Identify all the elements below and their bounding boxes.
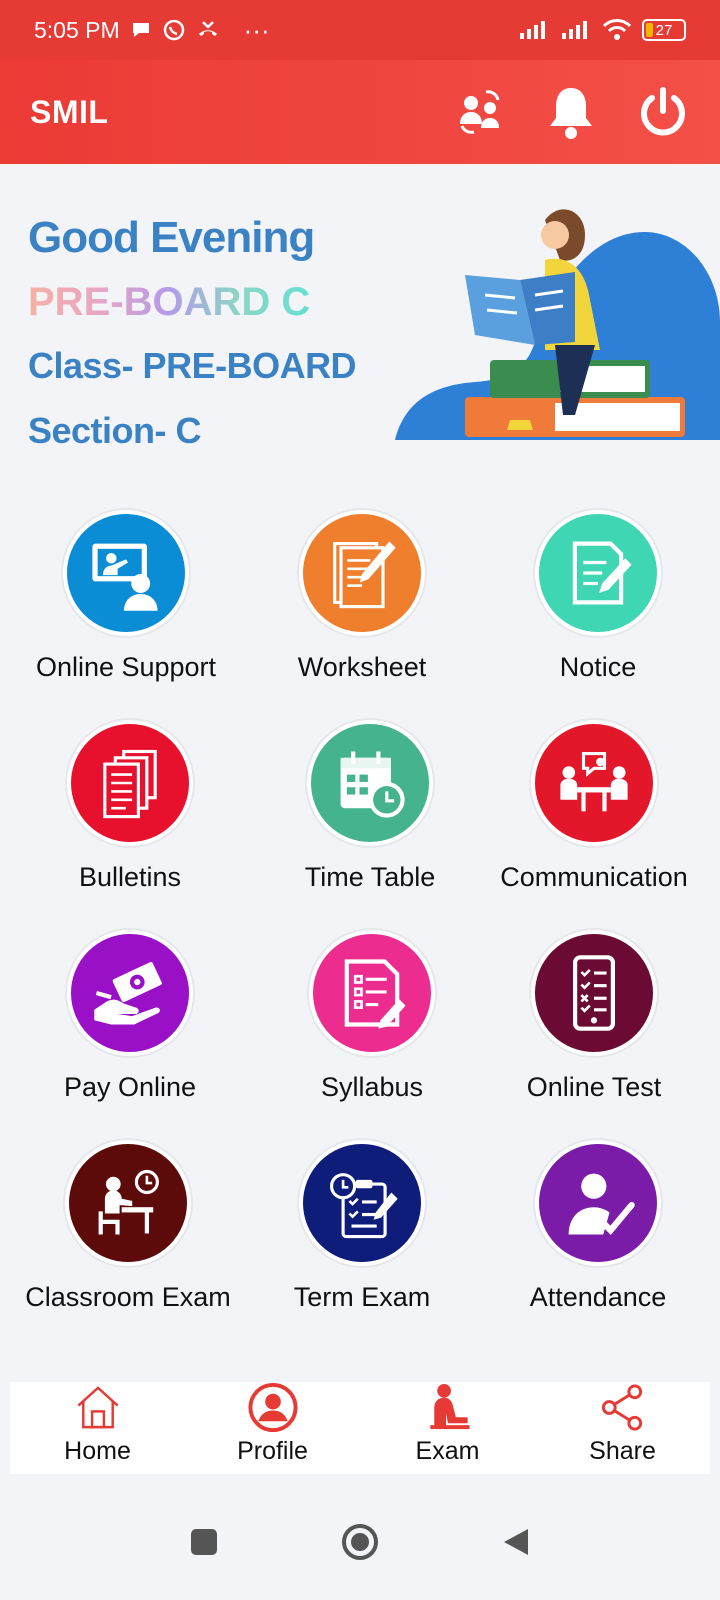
tile-notice[interactable]: Notice xyxy=(478,510,718,720)
reading-girl-illustration xyxy=(395,209,720,440)
greeting-text: Good Evening xyxy=(28,213,315,262)
exam-icon xyxy=(429,1383,470,1430)
tile-online-test[interactable]: Online Test xyxy=(474,930,714,1140)
status-time: 5:05 PM xyxy=(34,16,120,43)
nav-home-label: Home xyxy=(64,1437,131,1465)
tile-label: Classroom Exam xyxy=(25,1282,231,1312)
share-icon xyxy=(601,1384,642,1431)
recents-icon[interactable] xyxy=(188,1526,220,1558)
tile-online-support[interactable]: Online Support xyxy=(6,510,246,720)
nav-home[interactable]: Home xyxy=(10,1382,185,1474)
tile-bulletins[interactable]: Bulletins xyxy=(10,720,250,930)
term-exam-icon xyxy=(299,1140,425,1266)
communication-icon xyxy=(531,720,657,846)
tile-label: Bulletins xyxy=(78,862,182,892)
tile-communication[interactable]: Communication xyxy=(474,720,714,930)
app-bar-actions xyxy=(454,84,690,140)
nav-exam[interactable]: Exam xyxy=(360,1382,535,1474)
status-right: 27 xyxy=(518,18,686,42)
tile-label: Pay Online xyxy=(63,1072,197,1102)
tile-label: Syllabus xyxy=(320,1072,424,1102)
tile-label: Worksheet xyxy=(297,652,427,682)
bulletins-icon xyxy=(67,720,193,846)
tile-label: Online Support xyxy=(35,652,217,682)
power-icon[interactable] xyxy=(636,85,690,139)
tile-term-exam[interactable]: Term Exam xyxy=(242,1140,482,1350)
system-navigation-bar xyxy=(0,1484,720,1600)
tile-attendance[interactable]: Attendance xyxy=(478,1140,718,1350)
syllabus-icon xyxy=(309,930,435,1056)
switch-user-icon[interactable] xyxy=(454,86,506,138)
section-text: Section- C xyxy=(28,410,202,451)
nav-exam-label: Exam xyxy=(415,1437,480,1465)
status-left: 5:05 PM ··· xyxy=(34,15,270,46)
classroom-exam-icon xyxy=(65,1140,191,1266)
time-table-icon xyxy=(307,720,433,846)
tile-time-table[interactable]: Time Table xyxy=(250,720,490,930)
status-bar: 5:05 PM ··· 27 xyxy=(0,0,720,60)
pay-online-icon xyxy=(67,930,193,1056)
tile-label: Notice xyxy=(559,652,637,682)
online-support-icon xyxy=(63,510,189,636)
tile-label: Time Table xyxy=(304,862,436,892)
signal-icon xyxy=(520,21,545,39)
home-icon xyxy=(77,1386,118,1429)
app-title: SMIL xyxy=(30,93,109,130)
student-name: PRE-BOARD C xyxy=(28,280,311,324)
tile-classroom-exam[interactable]: Classroom Exam xyxy=(8,1140,248,1350)
notice-icon xyxy=(535,510,661,636)
missed-call-icon xyxy=(198,21,217,36)
tile-label: Communication xyxy=(500,862,688,892)
bell-icon[interactable] xyxy=(546,84,596,140)
battery-level: 27 xyxy=(655,21,673,39)
nav-profile[interactable]: Profile xyxy=(185,1382,360,1474)
tile-worksheet[interactable]: Worksheet xyxy=(242,510,482,720)
nav-profile-label: Profile xyxy=(237,1437,308,1465)
chat-notification-icon xyxy=(132,23,149,37)
class-text: Class- PRE-BOARD xyxy=(28,345,357,386)
online-test-icon xyxy=(531,930,657,1056)
worksheet-icon xyxy=(299,510,425,636)
tile-label: Attendance xyxy=(529,1282,667,1312)
tile-label: Online Test xyxy=(526,1072,662,1102)
battery-icon: 27 xyxy=(642,19,686,41)
wifi-icon xyxy=(602,19,632,40)
tile-pay-online[interactable]: Pay Online xyxy=(10,930,250,1140)
tile-label: Term Exam xyxy=(293,1282,431,1312)
nav-share[interactable]: Share xyxy=(535,1382,710,1474)
whatsapp-icon xyxy=(163,19,184,41)
profile-icon xyxy=(247,1382,298,1433)
nav-share-label: Share xyxy=(589,1437,656,1465)
home-circle-icon[interactable] xyxy=(340,1522,380,1562)
back-icon[interactable] xyxy=(500,1526,532,1558)
signal-2-icon xyxy=(562,21,587,39)
app-bar: SMIL xyxy=(0,60,720,164)
attendance-icon xyxy=(535,1140,661,1266)
greeting-section: Good Evening PRE-BOARD C Class- PRE-BOAR… xyxy=(0,165,720,465)
status-more: ··· xyxy=(243,14,270,45)
tile-syllabus[interactable]: Syllabus xyxy=(252,930,492,1140)
bottom-navigation: Home Profile Exam Share xyxy=(10,1382,710,1474)
